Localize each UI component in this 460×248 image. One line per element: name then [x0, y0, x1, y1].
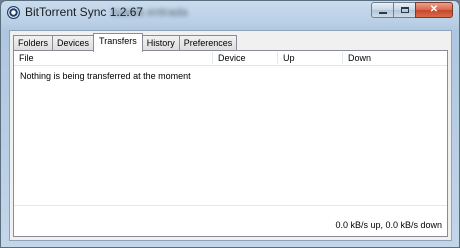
- transfer-speed-status: 0.0 kB/s up, 0.0 kB/s down: [335, 220, 442, 230]
- column-header-up[interactable]: Up: [278, 52, 343, 64]
- bittorrent-sync-icon: [7, 6, 20, 19]
- maximize-icon: [400, 7, 409, 13]
- empty-transfers-message: Nothing is being transferred at the mome…: [20, 71, 191, 81]
- maximize-button[interactable]: [393, 2, 415, 18]
- close-button[interactable]: ✕: [415, 2, 453, 18]
- main-client-area: Folders Devices Transfers History Prefer…: [9, 30, 452, 241]
- transfers-panel: File Device Up Down Nothing is being tra…: [13, 50, 448, 237]
- column-header-file[interactable]: File: [14, 52, 213, 64]
- column-header-device[interactable]: Device: [213, 52, 278, 64]
- tab-transfers[interactable]: Transfers: [93, 33, 143, 52]
- title-bar[interactable]: BitTorrent Sync 1.2.67 nueva entrada ✕: [1, 1, 459, 25]
- minimize-icon: [378, 11, 387, 14]
- tab-history[interactable]: History: [141, 35, 180, 51]
- app-window: BitTorrent Sync 1.2.67 nueva entrada ✕ F…: [0, 0, 460, 248]
- tab-preferences[interactable]: Preferences: [178, 35, 238, 51]
- tab-devices[interactable]: Devices: [52, 35, 95, 51]
- window-title-extra: nueva entrada: [111, 5, 188, 19]
- window-controls: ✕: [371, 2, 453, 20]
- tab-folders[interactable]: Folders: [13, 35, 54, 51]
- transfers-list-header: File Device Up Down: [14, 51, 447, 66]
- close-icon: ✕: [429, 4, 439, 15]
- minimize-button[interactable]: [371, 2, 393, 18]
- status-divider: [14, 205, 447, 206]
- tab-bar: Folders Devices Transfers History Prefer…: [13, 33, 238, 52]
- column-header-down[interactable]: Down: [343, 52, 449, 64]
